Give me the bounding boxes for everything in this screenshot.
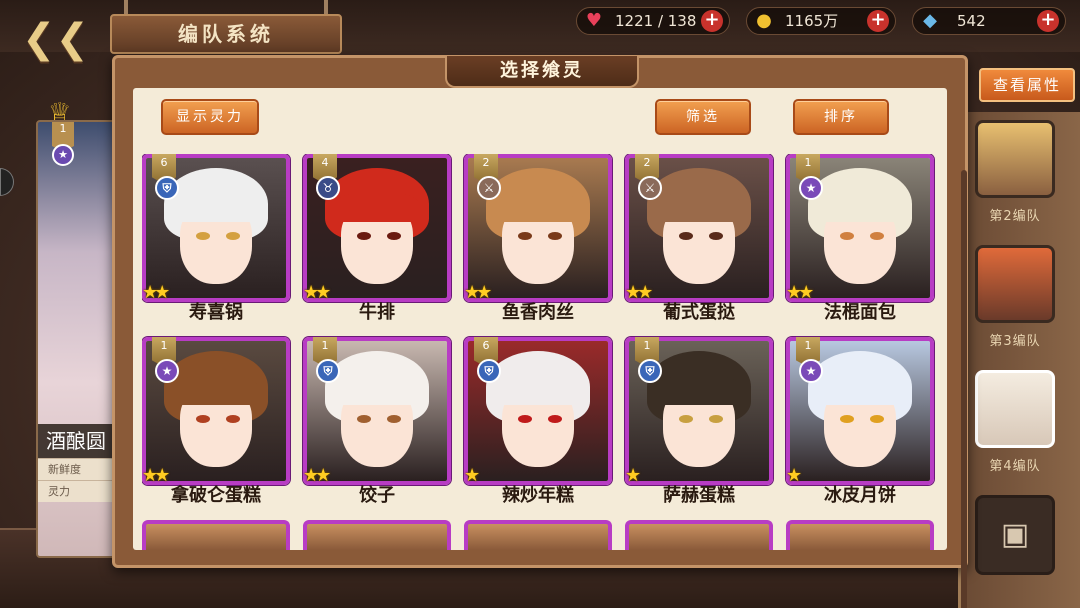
- portrait-eye: [870, 415, 884, 423]
- heart-icon: ♥: [585, 10, 603, 31]
- shield-attribute-icon: ⛨: [477, 359, 501, 383]
- character-card[interactable]: 1 ★ ★ 冰皮月饼: [786, 337, 934, 509]
- portrait-eye: [679, 415, 693, 423]
- character-card[interactable]: 6 ⛨ ★★ 寿喜锅: [142, 154, 290, 326]
- character-card-partial[interactable]: [464, 520, 612, 550]
- character-card[interactable]: 1 ★ ★★ 拿破仑蛋糕: [142, 337, 290, 509]
- stamina-value: 1221 / 138: [615, 12, 697, 30]
- portrait-eye: [387, 415, 401, 423]
- gold-counter: ● 1165万 +: [746, 7, 896, 35]
- portrait-eye: [518, 415, 532, 423]
- add-gem-button[interactable]: +: [1037, 10, 1059, 32]
- character-name: 拿破仑蛋糕: [171, 485, 261, 506]
- view-attributes-button[interactable]: 查看属性: [979, 68, 1075, 102]
- character-name: 葡式蛋挞: [663, 302, 735, 323]
- portrait-eye: [357, 415, 371, 423]
- add-stamina-button[interactable]: +: [701, 10, 723, 32]
- horn-attribute-icon: ♉: [316, 176, 340, 200]
- character-grid: 6 ⛨ ★★ 寿喜锅 4 ♉ ★★ 牛排 2 ⚔ ★★ 鱼香肉丝 2 ⚔ ★★ 葡式蛋挞 1 ★ ★★ 法棍面包 1 ★ ★…: [142, 154, 942, 550]
- dialog-title: 选择飨灵: [445, 56, 639, 88]
- character-card-partial[interactable]: [786, 520, 934, 550]
- character-name: 冰皮月饼: [824, 485, 896, 506]
- gem-counter: ◆ 542 +: [912, 7, 1066, 35]
- blade-attribute-icon: ⚔: [477, 176, 501, 200]
- team-label-2: 第2编队: [989, 209, 1041, 224]
- portrait-eye: [709, 415, 723, 423]
- crystal-icon: ◆: [923, 10, 937, 31]
- shield-attribute-icon: ⛨: [316, 359, 340, 383]
- character-card-partial[interactable]: [625, 520, 773, 550]
- portrait-fringe: [335, 192, 419, 222]
- sort-button[interactable]: 排序: [793, 99, 889, 135]
- character-card[interactable]: 2 ⚔ ★★ 鱼香肉丝: [464, 154, 612, 326]
- add-gold-button[interactable]: +: [867, 10, 889, 32]
- coin-icon: ●: [756, 10, 772, 31]
- character-card[interactable]: 1 ⛨ ★ 萨赫蛋糕: [625, 337, 773, 509]
- character-name: 饺子: [359, 485, 395, 506]
- portrait-fringe: [818, 375, 902, 405]
- character-name: 萨赫蛋糕: [663, 485, 735, 506]
- portrait-fringe: [174, 375, 258, 405]
- character-card[interactable]: 6 ⛨ ★ 辣炒年糕: [464, 337, 612, 509]
- portrait-eye: [709, 232, 723, 240]
- portrait-eye: [840, 232, 854, 240]
- character-name: 牛排: [359, 302, 395, 323]
- team-slot-4[interactable]: [975, 370, 1055, 448]
- stamina-counter: ♥ 1221 / 138 +: [576, 7, 730, 35]
- portrait-eye: [387, 232, 401, 240]
- blade-attribute-icon: ⚔: [638, 176, 662, 200]
- shield-attribute-icon: ⛨: [638, 359, 662, 383]
- portrait-fringe: [496, 192, 580, 222]
- filter-button[interactable]: 筛选: [655, 99, 751, 135]
- portrait-eye: [679, 232, 693, 240]
- portrait-eye: [840, 415, 854, 423]
- gold-value: 1165万: [785, 12, 839, 30]
- team-label-3: 第3编队: [989, 334, 1041, 349]
- character-card[interactable]: 1 ★ ★★ 法棍面包: [786, 154, 934, 326]
- locked-team-slot[interactable]: ▣: [975, 495, 1055, 575]
- star-attribute-icon: ★: [155, 359, 179, 383]
- page-title: 编队系统: [110, 14, 342, 54]
- character-card[interactable]: 4 ♉ ★★ 牛排: [303, 154, 451, 326]
- character-card-partial[interactable]: [303, 520, 451, 550]
- portrait-eye: [357, 232, 371, 240]
- portrait-fringe: [657, 375, 741, 405]
- portrait-fringe: [335, 375, 419, 405]
- character-name: 鱼香肉丝: [502, 302, 574, 323]
- portrait-eye: [226, 232, 240, 240]
- show-spirit-button[interactable]: 显示灵力: [161, 99, 259, 135]
- portrait-fringe: [174, 192, 258, 222]
- back-button[interactable]: ❮❮: [22, 16, 89, 62]
- character-card-partial[interactable]: [142, 520, 290, 550]
- team-slot-3[interactable]: [975, 245, 1055, 323]
- portrait-eye: [196, 415, 210, 423]
- character-name: 寿喜锅: [189, 302, 243, 323]
- star-attribute-icon: ★: [799, 176, 823, 200]
- portrait-eye: [548, 415, 562, 423]
- star-attribute-icon: ★: [799, 359, 823, 383]
- portrait-eye: [548, 232, 562, 240]
- character-name: 法棍面包: [824, 302, 896, 323]
- back-arrow-icon: ❮❮: [22, 16, 90, 62]
- character-name: 辣炒年糕: [502, 485, 574, 506]
- portrait-eye: [226, 415, 240, 423]
- team-label-4: 第4编队: [989, 459, 1041, 474]
- star-attribute-icon: ★: [52, 144, 74, 166]
- shield-attribute-icon: ⛨: [155, 176, 179, 200]
- lock-icon: ▣: [1000, 517, 1030, 552]
- select-character-dialog: 选择飨灵 显示灵力 筛选 排序 6 ⛨ ★★ 寿喜锅 4 ♉ ★★ 牛排 2 ⚔ ★★ 鱼香肉丝 2 ⚔ ★…: [112, 55, 968, 608]
- gem-value: 542: [957, 12, 986, 30]
- portrait-fringe: [818, 192, 902, 222]
- team-slot-2[interactable]: [975, 120, 1055, 198]
- portrait-fringe: [496, 375, 580, 405]
- portrait-eye: [196, 232, 210, 240]
- character-card[interactable]: 1 ⛨ ★★ 饺子: [303, 337, 451, 509]
- portrait-eye: [518, 232, 532, 240]
- character-card[interactable]: 2 ⚔ ★★ 葡式蛋挞: [625, 154, 773, 326]
- grid-scrollbar[interactable]: [961, 170, 967, 608]
- portrait-eye: [870, 232, 884, 240]
- portrait-fringe: [657, 192, 741, 222]
